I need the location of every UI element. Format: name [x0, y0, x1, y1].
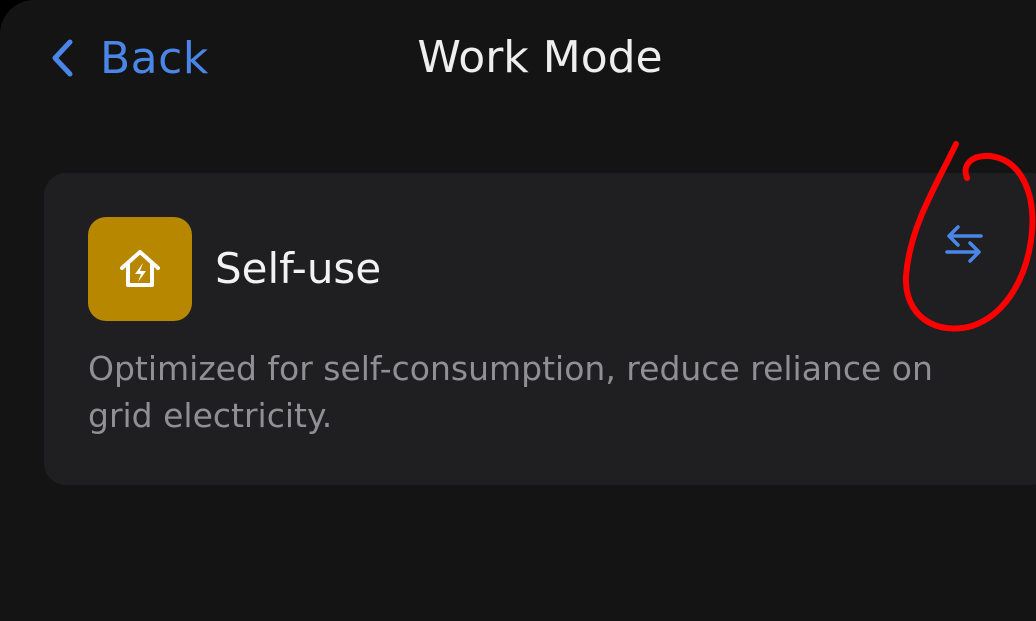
swap-arrows-icon	[940, 220, 988, 272]
mode-name: Self-use	[215, 244, 382, 293]
house-lightning-icon	[88, 217, 192, 321]
work-mode-card[interactable]: Self-use Optimized for self-consumption,…	[44, 173, 1036, 485]
page-title: Work Mode	[417, 32, 663, 83]
work-mode-screen: Back Work Mode Self-use Optimized for se…	[0, 0, 1036, 621]
mode-description: Optimized for self-consumption, reduce r…	[88, 349, 933, 435]
navigation-bar: Back Work Mode	[0, 0, 1036, 118]
switch-mode-button[interactable]	[934, 219, 994, 273]
